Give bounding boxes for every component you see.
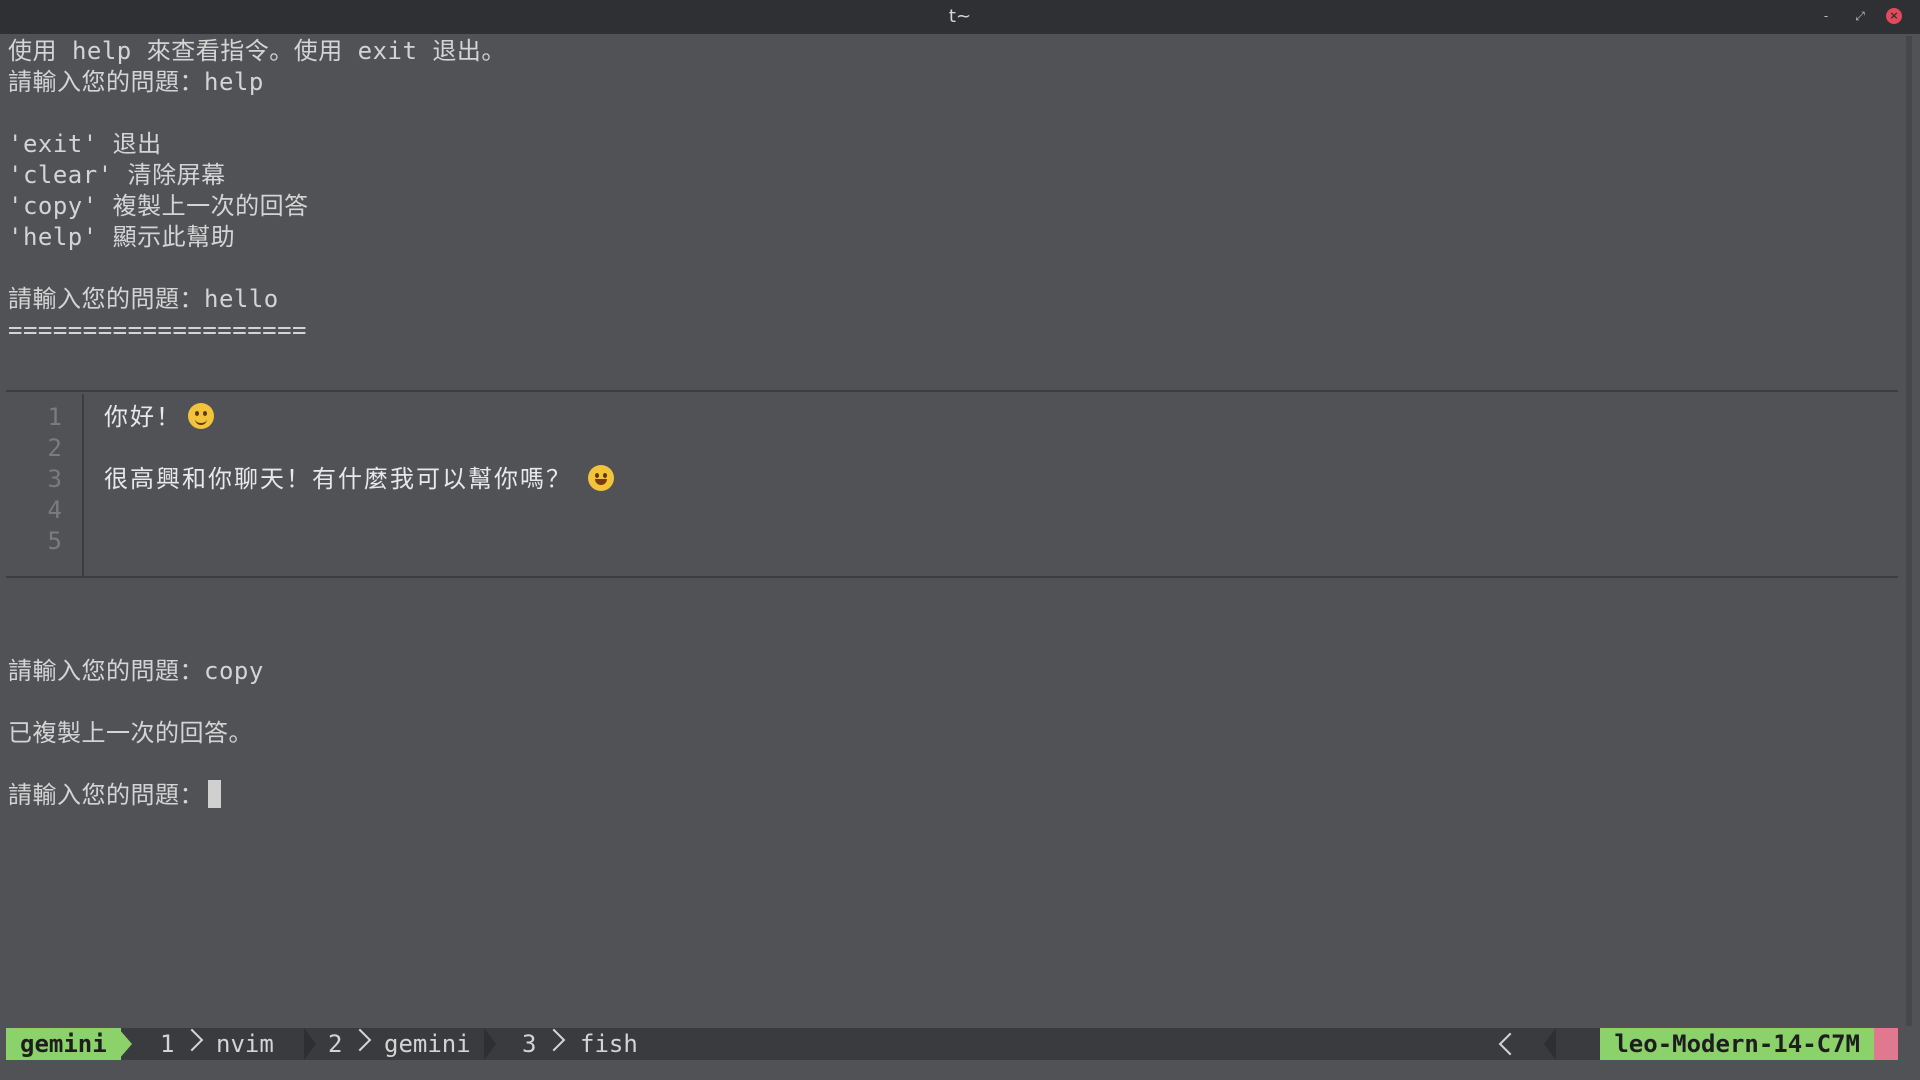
line-number: 3 bbox=[47, 465, 62, 493]
output-line: 'clear' 清除屏幕 bbox=[8, 161, 226, 189]
window-tab-2[interactable]: 2 bbox=[328, 1028, 342, 1060]
line-number: 2 bbox=[47, 434, 62, 462]
prompt-line[interactable]: 請輸入您的問題： bbox=[8, 780, 221, 811]
line-number: 5 bbox=[47, 527, 62, 555]
status-end-segment bbox=[1874, 1028, 1898, 1060]
nvim-line: 你好！ bbox=[104, 402, 214, 433]
window-tab-3-name[interactable]: fish bbox=[580, 1028, 638, 1060]
window-tab-1[interactable]: 1 bbox=[160, 1028, 174, 1060]
window-tab-3[interactable]: 3 bbox=[522, 1028, 536, 1060]
terminal-window: t~ ‐ ⤢ × 使用 help 來查看指令。使用 exit 退出。 請輸入您的… bbox=[0, 0, 1920, 1080]
output-line: 'exit' 退出 bbox=[8, 130, 162, 158]
session-name: gemini bbox=[6, 1028, 121, 1060]
host-name: leo-Modern-14-C7M bbox=[1600, 1028, 1874, 1060]
window-title: t~ bbox=[948, 6, 972, 27]
chevron-right-icon bbox=[542, 1028, 566, 1052]
prompt-text: 請輸入您的問題： bbox=[8, 781, 204, 809]
output-line: 'help' 顯示此幫助 bbox=[8, 223, 236, 251]
output-line: 請輸入您的問題：copy bbox=[8, 657, 264, 685]
nvim-line: 很高興和你聊天！有什麼我可以幫你嗎？ bbox=[104, 464, 614, 495]
separator-icon bbox=[304, 1028, 316, 1060]
output-line: 'copy' 複製上一次的回答 bbox=[8, 192, 309, 220]
grinning-face-icon bbox=[588, 465, 614, 491]
window-index: 3 bbox=[522, 1030, 537, 1058]
separator-line: ==================== bbox=[8, 316, 307, 344]
nvim-gutter-border bbox=[82, 394, 84, 576]
line-number: 1 bbox=[47, 403, 62, 431]
session-arrow bbox=[118, 1028, 132, 1060]
minimize-icon[interactable]: ‐ bbox=[1818, 8, 1834, 24]
tmux-status-bar: gemini 1 nvim 2 gemini 3 fish leo-Modern… bbox=[6, 1028, 1898, 1060]
window-controls: ‐ ⤢ × bbox=[1818, 8, 1902, 24]
chevron-left-icon bbox=[1498, 1032, 1522, 1056]
nvim-line-text: 很高興和你聊天！有什麼我可以幫你嗎？ bbox=[104, 465, 572, 493]
text-cursor bbox=[208, 780, 221, 808]
output-line: 已複製上一次的回答。 bbox=[8, 719, 253, 747]
nvim-border-top bbox=[6, 390, 1898, 392]
window-index: 1 bbox=[160, 1030, 175, 1058]
separator-icon bbox=[484, 1028, 496, 1060]
output-line: 請輸入您的問題：help bbox=[8, 68, 264, 96]
close-icon[interactable]: × bbox=[1886, 8, 1902, 24]
chevron-right-icon bbox=[180, 1028, 204, 1052]
chevron-right-icon bbox=[348, 1028, 372, 1052]
maximize-icon[interactable]: ⤢ bbox=[1852, 8, 1868, 24]
separator-icon bbox=[1544, 1028, 1556, 1060]
nvim-border-bottom bbox=[6, 576, 1898, 578]
output-line: 請輸入您的問題：hello bbox=[8, 285, 279, 313]
window-index: 2 bbox=[328, 1030, 343, 1058]
output-line: 使用 help 來查看指令。使用 exit 退出。 bbox=[8, 37, 506, 65]
scrollbar[interactable] bbox=[1906, 36, 1912, 1026]
title-bar: t~ ‐ ⤢ × bbox=[0, 0, 1920, 34]
smiling-face-icon bbox=[188, 403, 214, 429]
line-number: 4 bbox=[47, 496, 62, 524]
window-tab-2-name[interactable]: gemini bbox=[384, 1028, 471, 1060]
terminal-output[interactable]: 使用 help 來查看指令。使用 exit 退出。 請輸入您的問題：help '… bbox=[6, 36, 1898, 1026]
nvim-line-text: 你好！ bbox=[104, 403, 182, 431]
window-tab-1-name[interactable]: nvim bbox=[216, 1028, 274, 1060]
